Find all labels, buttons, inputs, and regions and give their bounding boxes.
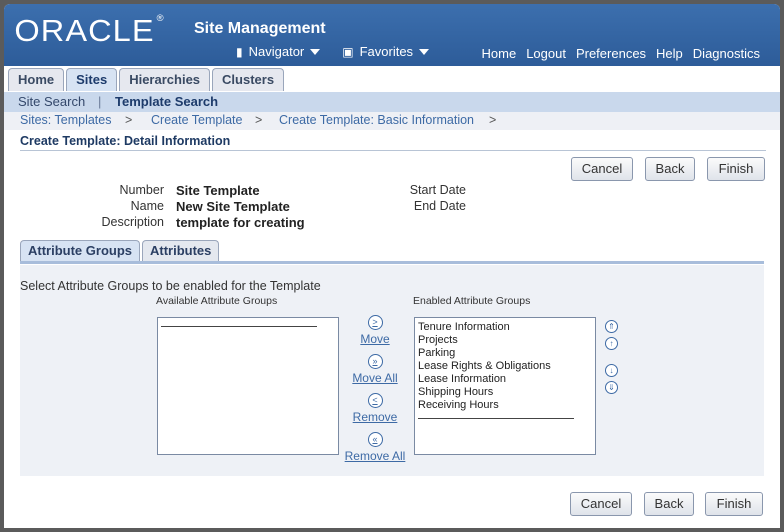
back-button-top[interactable]: Back [645,157,695,181]
tab-hierarchies[interactable]: Hierarchies [119,68,211,91]
move-all-button[interactable]: » Move All [340,354,410,385]
breadcrumb-sites-templates[interactable]: Sites: Templates [20,113,111,127]
global-links: Home Logout Preferences Help Diagnostics [482,46,761,61]
home-link[interactable]: Home [482,46,517,61]
description-value: template for creating [176,215,305,230]
navigator-icon: ▮ [236,44,243,59]
navigator-menu[interactable]: ▮ Navigator [236,44,321,59]
remove-button[interactable]: < Remove [340,393,410,424]
list-item[interactable]: Tenure Information [415,321,595,334]
oracle-logo: ORACLE ® [14,13,165,48]
app-title: Site Management [194,20,326,37]
list-item[interactable]: Parking [415,347,595,360]
instruction-text: Select Attribute Groups to be enabled fo… [20,279,321,293]
end-date-label: End Date [413,199,466,213]
back-button-bottom[interactable]: Back [644,492,694,516]
favorites-menu[interactable]: ▣ Favorites [342,44,430,59]
double-arrow-right-icon: » [367,354,383,369]
list-item[interactable]: Receiving Hours [415,399,595,412]
list-item[interactable]: Shipping Hours [415,386,595,399]
cancel-button-bottom[interactable]: Cancel [570,492,632,516]
title-divider [20,150,766,151]
list-placeholder [418,418,574,419]
finish-button-bottom[interactable]: Finish [705,492,763,516]
breadcrumb-create-template[interactable]: Create Template [151,113,243,127]
move-down-icon[interactable]: ↓ [605,364,618,377]
name-label: Name [130,199,164,213]
list-item[interactable]: Lease Information [415,373,595,386]
preferences-link[interactable]: Preferences [576,46,646,61]
enabled-groups-list[interactable]: Tenure Information Projects Parking Leas… [414,317,596,455]
favorites-icon: ▣ [342,44,354,59]
tab-home[interactable]: Home [8,68,65,91]
move-up-icon[interactable]: ↑ [605,337,618,350]
arrow-right-icon: > [367,315,383,330]
move-to-bottom-icon[interactable]: ⇓ [605,381,618,394]
tab-attribute-groups[interactable]: Attribute Groups [20,240,140,261]
finish-button-top[interactable]: Finish [707,157,765,181]
cancel-button-top[interactable]: Cancel [571,157,633,181]
name-value: New Site Template [176,199,290,214]
arrow-left-icon: < [367,393,383,408]
list-item[interactable]: Projects [415,334,595,347]
breadcrumb-separator: > [489,113,497,127]
global-header: ORACLE ® Site Management ▮ Navigator ▣ Favo… [4,4,780,66]
main-tabs: Home Sites Hierarchies Clusters [8,68,285,91]
double-arrow-left-icon: « [367,432,383,447]
chevron-down-icon [419,48,430,55]
start-date-label: Start Date [409,183,466,197]
sub-tabs: Site Search | Template Search [4,92,780,112]
chevron-down-icon [310,48,321,55]
description-label: Description [101,215,164,229]
logout-link[interactable]: Logout [526,46,566,61]
tab-underline [20,261,764,264]
breadcrumb-separator: > [125,113,133,127]
tab-clusters[interactable]: Clusters [212,68,285,91]
number-label: Number [119,183,164,197]
breadcrumb-basic-information[interactable]: Create Template: Basic Information [279,113,474,127]
breadcrumb-separator: > [255,113,263,127]
tab-sites[interactable]: Sites [66,68,118,91]
subtab-template-search[interactable]: Template Search [115,94,218,109]
subtab-separator: | [98,94,102,109]
list-placeholder [161,326,317,327]
move-button[interactable]: > Move [340,315,410,346]
available-groups-header: Available Attribute Groups [156,295,278,307]
breadcrumb: Sites: Templates > Create Template > Cre… [4,112,780,130]
page-title: Create Template: Detail Information [20,134,231,148]
available-groups-list[interactable] [157,317,339,455]
browser-page: ORACLE ® Site Management ▮ Navigator ▣ Favo… [4,4,780,528]
tab-attributes[interactable]: Attributes [142,240,220,261]
remove-all-button[interactable]: «Remove All [340,432,410,463]
list-item[interactable]: Lease Rights & Obligations [415,360,595,373]
subtab-site-search[interactable]: Site Search [18,94,85,109]
attribute-groups-panel: Select Attribute Groups to be enabled fo… [20,265,764,476]
move-to-top-icon[interactable]: ⇑ [605,320,618,333]
attribute-tabs: Attribute Groups Attributes [20,240,220,261]
number-value: Site Template [176,183,260,198]
help-link[interactable]: Help [656,46,683,61]
enabled-groups-header: Enabled Attribute Groups [413,295,531,307]
diagnostics-link[interactable]: Diagnostics [693,46,760,61]
